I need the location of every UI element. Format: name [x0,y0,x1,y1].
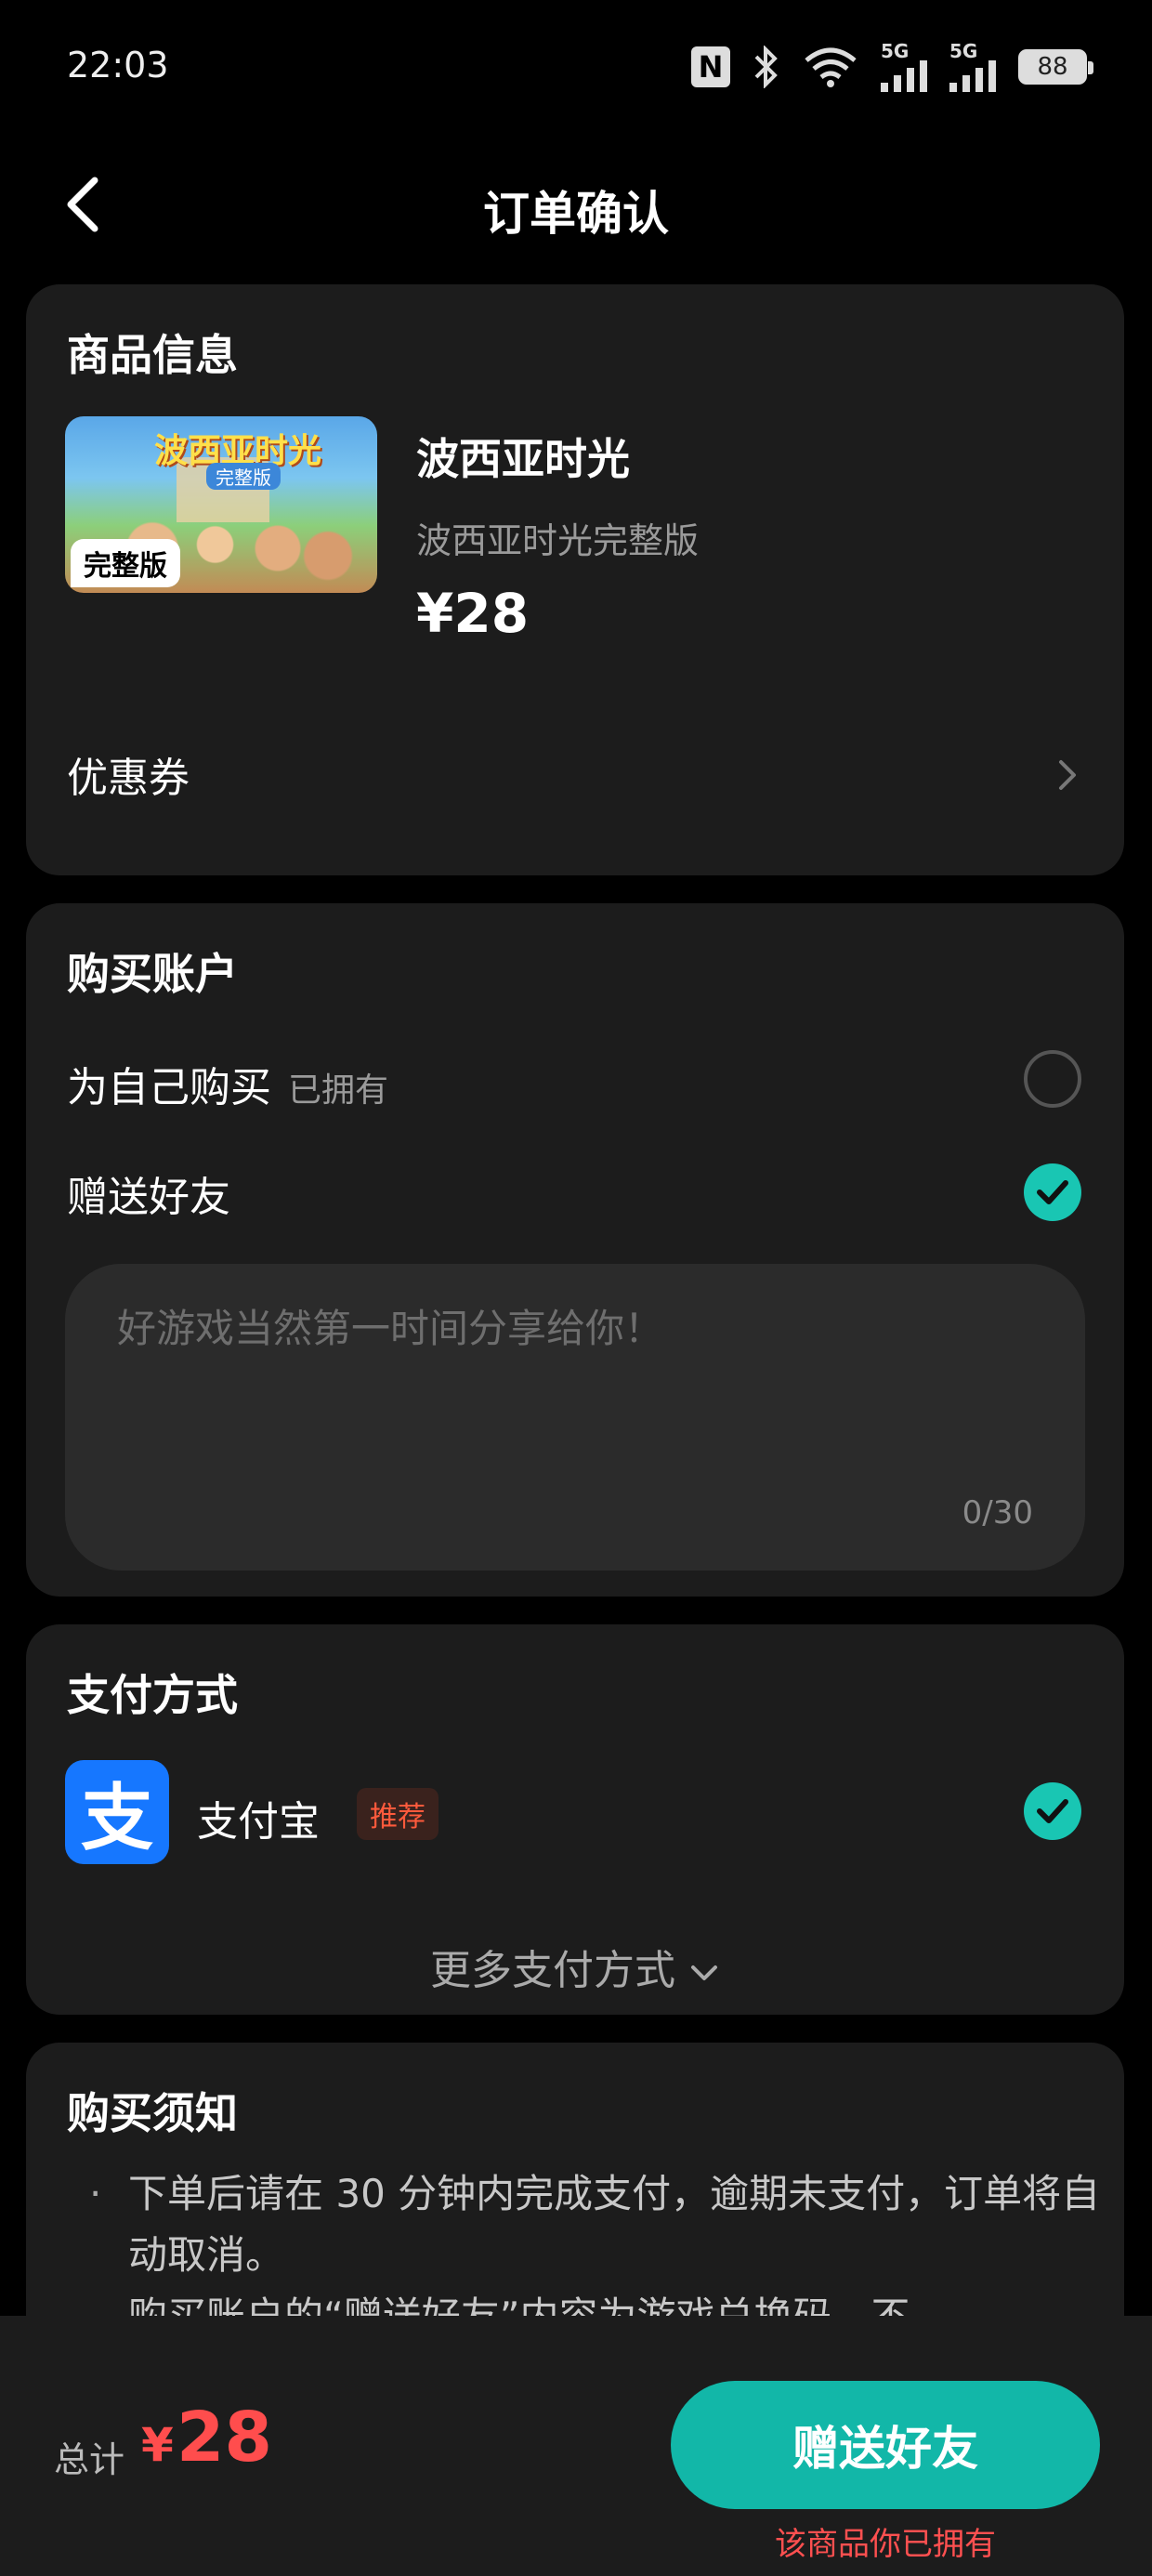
notice-section-title: 购买须知 [67,2088,238,2138]
owned-tag: 已拥有 [288,1071,389,1110]
more-payment-methods-button[interactable]: 更多支付方式 [26,1937,1124,1996]
account-section-title: 购买账户 [67,949,238,999]
payment-section-title: 支付方式 [67,1670,238,1720]
status-bar: 22:03 N 5G 5G 88 [0,0,1152,139]
product-card: 商品信息 波西亚时光 完整版 完整版 波西亚时光 波西亚时光完整版 ¥28 优惠… [26,284,1124,875]
network-type-1: 5G [881,40,910,62]
total-amount: 28 [177,2398,272,2477]
page-title: 订单确认 [483,187,669,241]
bluetooth-icon [754,46,778,88]
buy-for-self-radio[interactable] [1024,1050,1081,1108]
nfc-icon: N [691,46,730,87]
buy-for-self-option[interactable]: 为自己购买 已拥有 [67,1054,388,1113]
notice-item-text: 下单后请在 30 分钟内完成支付，逾期未支付，订单将自动取消。 [128,2171,1101,2278]
more-payment-methods-label: 更多支付方式 [430,1947,675,1994]
alipay-radio[interactable] [1024,1782,1081,1840]
owned-notice: 该商品你已拥有 [775,2526,996,2563]
account-card: 购买账户 为自己购买 已拥有 赠送好友 好游戏当然第一时间分享给你！ 0/30 [26,903,1124,1597]
chevron-down-icon [691,1965,717,1980]
chevron-right-icon[interactable] [1054,756,1081,794]
product-price: ¥28 [416,582,530,645]
coupon-row-label[interactable]: 优惠券 [67,744,190,804]
alipay-label[interactable]: 支付宝 [197,1788,320,1847]
product-section-title: 商品信息 [67,330,238,380]
gift-friend-label[interactable]: 赠送好友 [67,1163,230,1223]
check-icon [1037,1799,1068,1823]
product-thumbnail[interactable]: 波西亚时光 完整版 完整版 [65,416,377,593]
thumbnail-badge: 完整版 [71,539,180,587]
status-time: 22:03 [67,45,169,85]
wifi-icon [805,47,857,87]
total-label: 总计 [54,2439,125,2480]
total-currency: ¥ [141,2418,174,2472]
header: 订单确认 [0,149,1152,260]
product-name: 波西亚时光 [416,434,630,484]
network-type-2: 5G [949,40,978,62]
thumbnail-subtitle: 完整版 [206,463,281,490]
gift-message-placeholder: 好游戏当然第一时间分享给你！ [117,1306,664,1351]
check-icon [1037,1180,1068,1204]
buy-for-self-label: 为自己购买 [67,1064,271,1111]
status-icons: N 5G 5G 88 [691,41,1093,93]
bottom-checkout-bar: 总计 ¥ 28 赠送好友 该商品你已拥有 [0,2316,1152,2576]
alipay-icon: 支 [65,1760,169,1864]
signal-2-icon: 5G [949,42,996,92]
gift-message-counter: 0/30 [962,1494,1033,1531]
product-edition: 波西亚时光完整版 [416,520,700,561]
gift-friend-radio[interactable] [1024,1163,1081,1221]
battery-icon: 88 [1018,49,1093,85]
gift-friend-button[interactable]: 赠送好友 [671,2381,1100,2509]
gift-message-input[interactable]: 好游戏当然第一时间分享给你！ 0/30 [65,1264,1085,1571]
recommend-badge: 推荐 [357,1788,439,1840]
signal-1-icon: 5G [881,42,927,92]
payment-card: 支付方式 支 支付宝 推荐 更多支付方式 [26,1624,1124,2015]
bullet: · [89,2171,102,2216]
